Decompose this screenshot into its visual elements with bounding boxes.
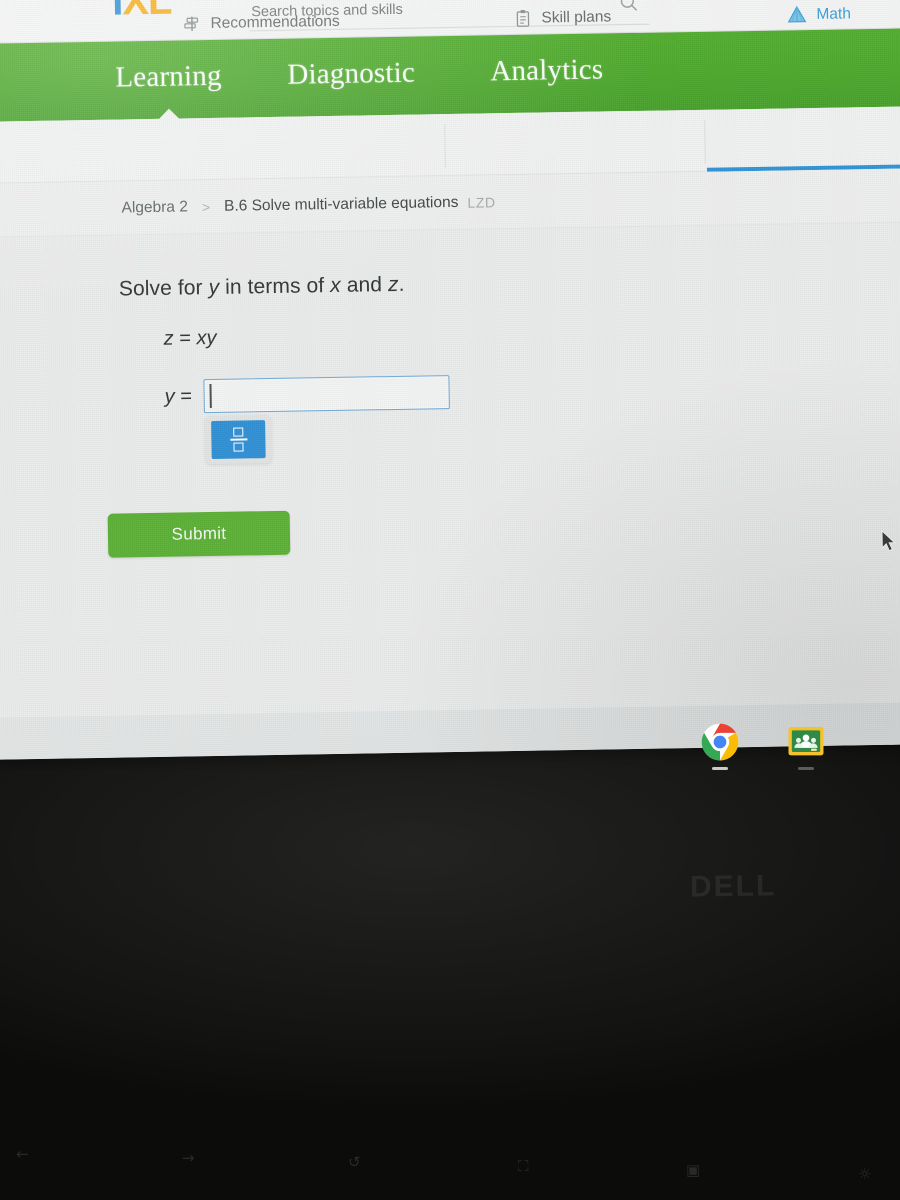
shelf-app-chrome[interactable]	[700, 722, 740, 770]
classroom-icon[interactable]	[786, 722, 826, 762]
keyboard-function-row: ← → ↺ ⛶ ▣ ☼	[0, 1115, 900, 1185]
sidebar-item-skill-plans[interactable]: Skill plans	[513, 7, 611, 28]
classroom-running-indicator	[798, 767, 814, 770]
sidebar-item-recommendations[interactable]: Recommendations	[182, 12, 340, 34]
answer-input-box[interactable]	[203, 375, 451, 414]
given-rhs: xy	[196, 326, 217, 350]
dell-brand-mark: DELL	[689, 869, 777, 904]
key-brightness-icon[interactable]: ☼	[858, 1165, 872, 1183]
clipboard-list-icon	[516, 9, 530, 27]
answer-label: y =	[164, 385, 192, 408]
tab-math[interactable]: Math	[786, 3, 851, 25]
given-equals: =	[173, 327, 197, 350]
signpost-icon	[184, 16, 199, 31]
logo-letters-xl: XL	[121, 0, 172, 24]
answer-row: y =	[164, 375, 451, 414]
skill-plans-label: Skill plans	[541, 7, 612, 26]
math-label: Math	[816, 4, 852, 23]
nav-item-analytics[interactable]: Analytics	[490, 53, 603, 88]
key-forward-icon[interactable]: →	[182, 1149, 195, 1167]
prompt-text-4: .	[398, 272, 405, 296]
fraction-numerator-box-icon	[233, 427, 244, 437]
given-equation: z = xy	[164, 327, 217, 351]
key-fullscreen-icon[interactable]: ⛶	[518, 1157, 529, 1175]
fraction-button[interactable]	[211, 420, 266, 460]
prompt-text-2: in terms of	[219, 274, 331, 299]
breadcrumb-separator-icon: >	[201, 198, 211, 215]
chromeos-shelf	[700, 722, 826, 770]
chrome-running-indicator	[712, 767, 728, 770]
question-panel: Solve for y in terms of x and z. z = x y …	[0, 222, 900, 718]
breadcrumb-course[interactable]: Algebra 2	[121, 198, 188, 217]
nav-item-diagnostic[interactable]: Diagnostic	[287, 57, 415, 92]
math-keypad	[204, 415, 272, 465]
browser-viewport: IXL Learning Diagnostic Analytics	[0, 0, 900, 760]
prompt-variable-z: z	[387, 272, 399, 297]
skill-code-badge: LZD	[467, 193, 496, 211]
active-nav-indicator	[157, 108, 181, 120]
prompt-variable-x: x	[329, 273, 341, 298]
pyramid-icon	[787, 5, 807, 23]
given-lhs: z	[163, 327, 174, 350]
shelf-app-classroom[interactable]	[786, 722, 826, 770]
nav-item-learning[interactable]: Learning	[115, 60, 222, 95]
key-reload-icon[interactable]: ↺	[348, 1153, 361, 1171]
recommendations-label: Recommendations	[210, 12, 340, 32]
key-back-icon[interactable]: ←	[16, 1145, 29, 1163]
mouse-cursor	[881, 529, 896, 552]
photo-of-laptop-screen: DELL ← → ↺ ⛶ ▣ ☼ IXL Search topics and s…	[0, 0, 900, 1200]
question-prompt: Solve for y in terms of x and z.	[119, 273, 405, 302]
submit-button[interactable]: Submit	[107, 510, 291, 558]
search-icon[interactable]	[618, 0, 640, 14]
answer-equals: =	[174, 384, 193, 408]
breadcrumb-skill-title: B.6 Solve multi-variable equations	[223, 193, 459, 215]
ixl-logo[interactable]: IXL	[111, 0, 172, 24]
logo-letter-i: I	[111, 0, 123, 24]
prompt-text-3: and	[340, 273, 389, 297]
primary-nav: Learning Diagnostic Analytics	[0, 28, 900, 122]
laptop-screen: IXL Learning Diagnostic Analytics	[0, 0, 900, 760]
prompt-text-1: Solve for	[118, 276, 209, 301]
key-overview-icon[interactable]: ▣	[686, 1161, 700, 1179]
answer-input[interactable]	[204, 376, 450, 413]
chrome-icon[interactable]	[700, 722, 740, 762]
fraction-denominator-box-icon	[233, 442, 244, 452]
fraction-bar-icon	[229, 438, 247, 441]
answer-variable-y: y	[164, 385, 175, 408]
